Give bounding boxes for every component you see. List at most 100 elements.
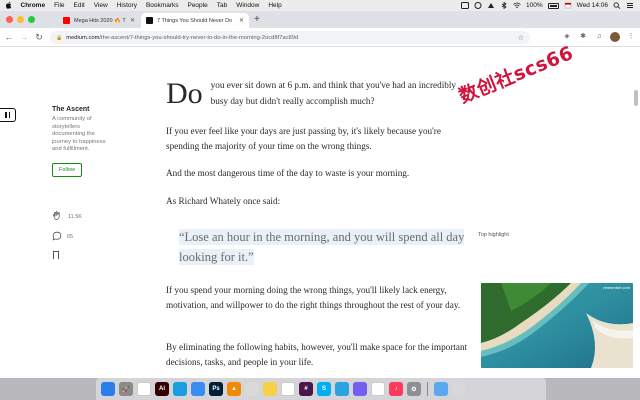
article-paragraph-4: As Richard Whately once said: [166, 196, 281, 206]
response-count: 65 [67, 234, 74, 240]
publication-description: A community of storytellers documenting … [52, 116, 106, 152]
dock-separator [427, 382, 428, 396]
tab-title: 7 Things You Should Never Do [157, 17, 233, 24]
dock-photoshop-icon[interactable]: Ps [209, 382, 223, 396]
media-control-icon[interactable]: ♫ [594, 32, 604, 42]
page-scrollbar[interactable] [634, 90, 638, 106]
flag-icon[interactable] [564, 2, 572, 9]
battery-icon[interactable] [547, 2, 559, 9]
pull-quote: “Lose an hour in the morning, and you wi… [179, 227, 474, 267]
dock-system-preferences-icon[interactable]: ⚙ [407, 382, 421, 396]
reload-button[interactable]: ↻ [33, 32, 45, 43]
responses-stat[interactable]: 65 [52, 231, 73, 243]
more-menu-icon[interactable]: ⋮ [626, 32, 636, 42]
article-intro: Do you ever sit down at 6 p.m. and think… [166, 76, 466, 109]
menu-edit[interactable]: Edit [69, 0, 89, 11]
bookmark-star-icon[interactable]: ☆ [518, 34, 524, 42]
dock-safari-icon[interactable] [191, 382, 205, 396]
close-tab-icon[interactable]: ✕ [239, 17, 244, 24]
youtube-favicon-icon [63, 17, 70, 24]
bookmark-icon[interactable] [53, 251, 59, 262]
dock-illustrator-icon[interactable]: Ai [155, 382, 169, 396]
close-window-button[interactable] [6, 16, 13, 23]
status-area: 100% Wed 14:06 [461, 1, 640, 10]
dock-trash-icon[interactable] [452, 382, 466, 396]
status-icon-1[interactable] [461, 2, 470, 9]
menu-extra-icon[interactable] [626, 2, 634, 9]
toolbar-extensions: ◈ ✱ ♫ ⋮ [562, 32, 636, 42]
search-icon[interactable] [613, 2, 621, 9]
tab-youtube[interactable]: Mega Hits 2020 🔥 The B ✕ [58, 13, 140, 28]
follow-button[interactable]: Follow [52, 162, 82, 177]
back-button[interactable]: ← [3, 32, 15, 42]
extensions-puzzle-icon[interactable]: ✱ [578, 32, 588, 42]
dock-skype-icon[interactable]: S [317, 382, 331, 396]
browser-toolbar: ← → ↻ 🔒 medium.com/the-ascent/7-things-y… [0, 28, 640, 47]
dock-edge-icon[interactable] [173, 382, 187, 396]
dock-telegram-icon[interactable] [335, 382, 349, 396]
menu-window[interactable]: Window [232, 0, 264, 11]
dock: 🚀 Ai Ps ▲ 31 # S ♪ ⚙ [96, 378, 546, 400]
dock-launchpad-icon[interactable]: 🚀 [119, 382, 133, 396]
dock-calendar-icon[interactable]: 31 [281, 382, 295, 396]
article-paragraph-2: If you ever feel like your days are just… [166, 126, 441, 151]
dock-preview-icon[interactable] [245, 382, 259, 396]
highlighted-quote[interactable]: “Lose an hour in the morning, and you wi… [179, 229, 465, 265]
clap-count: 11.5K [68, 213, 82, 220]
dock-chrome-2-icon[interactable] [371, 382, 385, 396]
publication-name[interactable]: The Ascent [52, 106, 114, 113]
forward-button[interactable]: → [18, 32, 30, 42]
profile-avatar[interactable] [610, 32, 620, 42]
dock-viber-icon[interactable] [353, 382, 367, 396]
tab-strip: Mega Hits 2020 🔥 The B ✕ 7 Things You Sh… [0, 11, 640, 28]
status-icon-2[interactable] [474, 2, 482, 9]
dock-chrome-icon[interactable] [137, 382, 151, 396]
minimize-window-button[interactable] [17, 16, 24, 23]
address-bar[interactable]: 🔒 medium.com/the-ascent/7-things-you-sho… [50, 31, 530, 44]
dock-notes-icon[interactable] [263, 382, 277, 396]
url-host: medium.com [66, 34, 100, 41]
menu-people[interactable]: People [183, 0, 212, 11]
lock-icon[interactable]: 🔒 [56, 35, 62, 41]
clock[interactable]: Wed 14:06 [577, 2, 608, 9]
maximize-window-button[interactable] [28, 16, 35, 23]
battery-percent: 100% [526, 2, 543, 9]
bluetooth-icon[interactable] [500, 1, 508, 10]
dock-music-icon[interactable]: ♪ [389, 382, 403, 396]
dock-slack-icon[interactable]: # [299, 382, 313, 396]
url-path: /the-ascent/7-things-you-should-try-neve… [99, 34, 299, 41]
menu-tab[interactable]: Tab [212, 0, 231, 11]
dock-finder-icon[interactable] [101, 382, 115, 396]
clap-stat[interactable]: 11.5K [52, 210, 82, 223]
article-paragraph-5: If you spend your morning doing the wron… [166, 285, 461, 310]
new-tab-button[interactable]: + [254, 14, 260, 26]
publication-sidebar: The Ascent A community of storytellers d… [52, 106, 114, 177]
clap-icon[interactable] [52, 210, 63, 223]
pip-watermark-label: remember.com [603, 285, 630, 290]
menu-view[interactable]: View [89, 0, 112, 11]
drop-cap: Do [166, 77, 203, 110]
comment-icon[interactable] [52, 231, 62, 243]
article-paragraph-6: By eliminating the following habits, how… [166, 342, 468, 367]
picture-in-picture-video[interactable]: remember.com [481, 283, 633, 368]
apple-menu-icon[interactable] [0, 1, 16, 11]
menu-bookmarks[interactable]: Bookmarks [141, 0, 183, 11]
tab-medium-article[interactable]: 7 Things You Should Never Do ✕ [141, 13, 249, 28]
menu-app-name[interactable]: Chrome [16, 0, 50, 11]
article-paragraph-3: And the most dangerous time of the day t… [166, 168, 410, 178]
status-icon-3[interactable] [487, 2, 495, 9]
pause-button[interactable] [0, 108, 16, 122]
top-highlight-label: Top highlight [478, 232, 509, 238]
dock-downloads-icon[interactable] [434, 382, 448, 396]
dock-vlc-icon[interactable]: ▲ [227, 382, 241, 396]
wifi-icon[interactable] [513, 2, 521, 9]
article-paragraph-1: you ever sit down at 6 p.m. and think th… [210, 80, 456, 106]
close-tab-icon[interactable]: ✕ [130, 17, 135, 24]
medium-favicon-icon [146, 17, 153, 24]
beach-aerial-image [481, 283, 633, 368]
menu-history[interactable]: History [112, 0, 141, 11]
menu-help[interactable]: Help [264, 0, 286, 11]
menu-file[interactable]: File [50, 0, 69, 11]
tab-title: Mega Hits 2020 🔥 The B [74, 17, 126, 24]
menu-bar: Chrome File Edit View History Bookmarks … [0, 0, 640, 11]
